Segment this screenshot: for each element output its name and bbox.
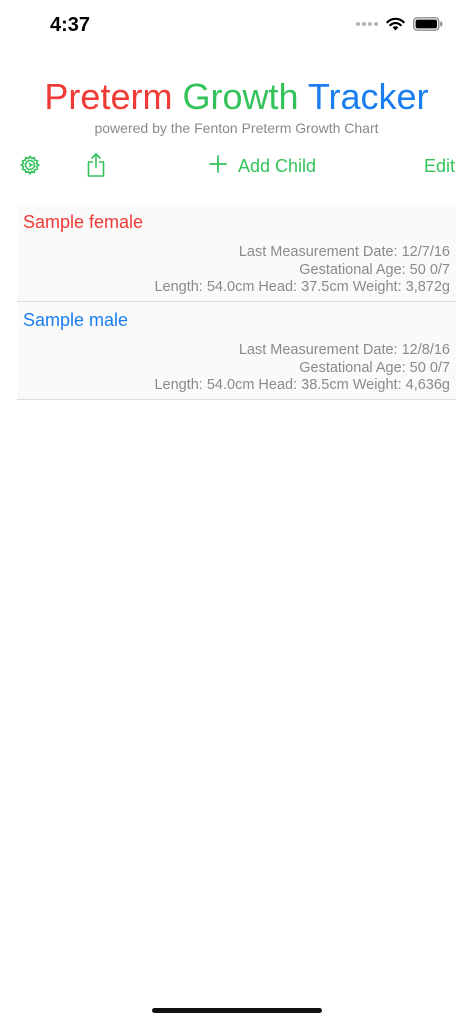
children-list: Sample female Last Measurement Date: 12/…	[17, 204, 456, 400]
wifi-icon	[386, 17, 405, 31]
gear-icon	[19, 154, 41, 180]
battery-icon	[413, 17, 443, 31]
title-word-tracker: Tracker	[307, 76, 429, 117]
last-measurement-date: Last Measurement Date: 12/7/16	[238, 244, 450, 260]
gestational-age: Gestational Age: 50 0/7	[299, 359, 450, 376]
child-details: Last Measurement Date: 12/7/16 Gestation…	[154, 244, 450, 297]
share-button[interactable]	[86, 152, 106, 183]
signal-icon	[356, 22, 378, 26]
child-details: Last Measurement Date: 12/8/16 Gestation…	[154, 342, 450, 395]
status-icons	[356, 17, 443, 31]
screen: 4:37 Preterm Growth Tracker powered by t…	[0, 0, 473, 1024]
home-indicator[interactable]	[152, 1008, 322, 1013]
child-row-female[interactable]: Sample female Last Measurement Date: 12/…	[17, 204, 456, 302]
add-child-button[interactable]: Add Child	[208, 154, 316, 179]
edit-button[interactable]: Edit	[424, 156, 455, 177]
page-subtitle: powered by the Fenton Preterm Growth Cha…	[94, 120, 379, 136]
child-name: Sample male	[23, 310, 129, 330]
add-child-label: Add Child	[238, 156, 317, 176]
measurements: Length: 54.0cm Head: 37.5cm Weight: 3,87…	[154, 279, 450, 295]
page-title: Preterm Growth Tracker	[0, 76, 473, 118]
child-row-male[interactable]: Sample male Last Measurement Date: 12/8/…	[17, 302, 456, 400]
title-word-preterm: Preterm	[44, 76, 173, 117]
status-time: 4:37	[50, 14, 91, 36]
title-word-growth: Growth	[182, 76, 299, 117]
gestational-age: Gestational Age: 50 0/7	[299, 261, 450, 278]
plus-icon	[208, 154, 228, 179]
settings-button[interactable]	[19, 154, 41, 181]
measurements: Length: 54.0cm Head: 38.5cm Weight: 4,63…	[154, 377, 450, 393]
last-measurement-date: Last Measurement Date: 12/8/16	[238, 342, 450, 358]
child-name: Sample female	[23, 212, 144, 232]
toolbar: Add Child Edit	[0, 150, 473, 184]
share-icon	[86, 153, 106, 182]
